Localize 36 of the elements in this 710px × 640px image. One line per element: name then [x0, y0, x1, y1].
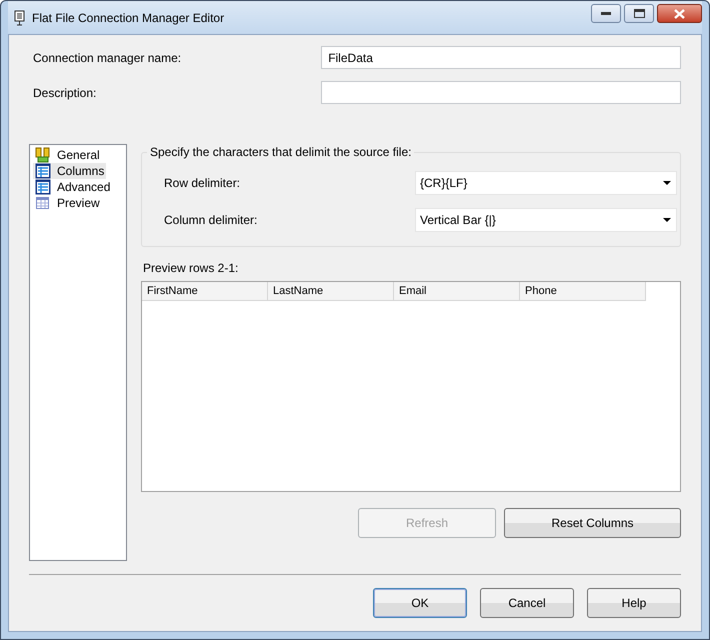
close-button[interactable] [657, 4, 702, 23]
field-label: Column delimiter: [164, 213, 258, 227]
column-header[interactable]: Phone [520, 282, 646, 301]
sidebar-item[interactable]: Columns [33, 163, 106, 179]
dialog-button[interactable]: OK [373, 588, 467, 618]
minimize-icon [601, 12, 611, 16]
dialog-button[interactable]: Help [587, 588, 681, 618]
column-header[interactable]: Email [394, 282, 520, 301]
column-header[interactable]: LastName [268, 282, 394, 301]
puzzle-icon [35, 147, 51, 163]
text-field[interactable]: FileData [321, 46, 681, 69]
minimize-button[interactable] [591, 4, 621, 23]
maximize-button[interactable] [624, 4, 654, 23]
maximize-icon [634, 9, 644, 18]
caret-icon [663, 181, 671, 185]
sidebar-item[interactable]: Preview [33, 195, 102, 211]
field-label: Connection manager name: [32, 50, 182, 64]
preview-label: Preview rows 2-1: [143, 261, 240, 275]
table-icon [35, 179, 51, 195]
document-icon [14, 10, 26, 26]
sidebar-item[interactable]: Advanced [33, 179, 112, 195]
dialog-button[interactable]: Cancel [480, 588, 574, 618]
caret-icon [663, 218, 671, 222]
sidebar-item[interactable]: General [33, 147, 102, 163]
column-header[interactable]: FirstName [142, 282, 268, 301]
text-field[interactable] [321, 81, 681, 104]
field-label: Description: [32, 86, 98, 100]
table-icon [35, 163, 51, 179]
dropdown[interactable]: {CR}{LF} [415, 171, 677, 195]
reset-button[interactable]: Reset Columns [504, 508, 681, 538]
group-title: Specify the characters that delimit the source file: [147, 145, 414, 159]
window-title: Flat File Connection Manager Editor [32, 10, 226, 24]
table-icon [35, 195, 51, 211]
dropdown[interactable]: Vertical Bar {|} [415, 208, 677, 232]
field-label: Row delimiter: [164, 176, 242, 190]
close-icon [674, 8, 685, 18]
